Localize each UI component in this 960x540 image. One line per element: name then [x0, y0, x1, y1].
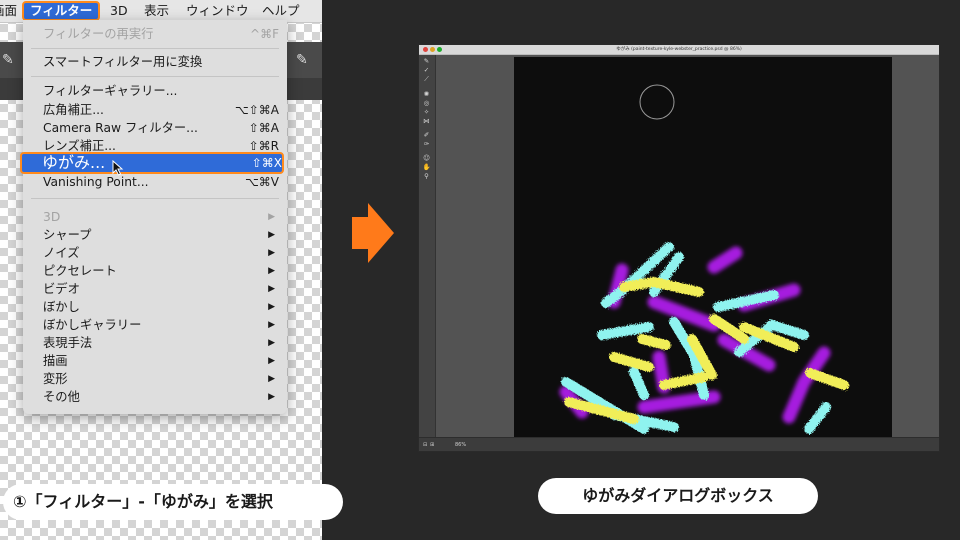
menubar-item-view[interactable]: 表示: [144, 3, 169, 19]
freeze-mask-tool-icon[interactable]: ✐: [422, 131, 431, 139]
menu-item-pixelate[interactable]: ピクセレート ▶: [43, 262, 281, 280]
menu-item-blur[interactable]: ぼかし ▶: [43, 298, 281, 316]
step-caption: ①「フィルター」-「ゆがみ」を選択: [3, 484, 343, 520]
menu-item-video[interactable]: ビデオ ▶: [43, 280, 281, 298]
submenu-arrow-icon: ▶: [268, 230, 275, 240]
submenu-arrow-icon: ▶: [268, 338, 275, 348]
menu-item-filter-gallery[interactable]: フィルターギャラリー...: [43, 82, 281, 100]
liquify-dialog-window: ゆがみ (paint-texture-kyle-webster_practice…: [418, 44, 940, 452]
menu-item-render[interactable]: 描画 ▶: [43, 352, 281, 370]
zoom-in-icon[interactable]: ⊞: [430, 438, 434, 451]
forward-warp-tool-icon[interactable]: ✎: [422, 57, 431, 65]
paint-stroke: [637, 334, 671, 350]
zoom-level[interactable]: 86%: [455, 438, 466, 451]
dialog-title: ゆがみ (paint-texture-kyle-webster_practice…: [616, 47, 742, 52]
brush-settings-icon[interactable]: ✎: [296, 52, 308, 68]
twirl-tool-icon[interactable]: ✺: [422, 90, 431, 98]
zoom-tool-icon[interactable]: ⚲: [422, 172, 431, 180]
menubar-item-3d[interactable]: 3D: [110, 3, 128, 19]
submenu-arrow-icon: ▶: [268, 374, 275, 384]
menu-item-distort[interactable]: 変形 ▶: [43, 370, 281, 388]
submenu-arrow-icon: ▶: [268, 320, 275, 330]
submenu-arrow-icon: ▶: [268, 356, 275, 366]
menubar-item-help[interactable]: ヘルプ: [262, 3, 300, 19]
bloat-tool-icon[interactable]: ✧: [422, 108, 431, 116]
menu-item-sharpen[interactable]: シャープ ▶: [43, 226, 281, 244]
menubar-item-image[interactable]: 画面: [0, 3, 17, 19]
right-arrow-icon: [352, 203, 394, 263]
menu-item-noise[interactable]: ノイズ ▶: [43, 244, 281, 262]
filter-menu-dropdown: フィルターの再実行 ^⌘F スマートフィルター用に変換 フィルターギャラリー..…: [23, 20, 287, 414]
zoom-out-icon[interactable]: ⊟: [423, 438, 427, 451]
pucker-tool-icon[interactable]: ◎: [422, 99, 431, 107]
push-left-tool-icon[interactable]: ⋈: [422, 117, 431, 125]
submenu-arrow-icon: ▶: [268, 248, 275, 258]
menu-separator: [31, 48, 279, 49]
preview-canvas[interactable]: [514, 57, 892, 439]
menu-item-stylize[interactable]: 表現手法 ▶: [43, 334, 281, 352]
submenu-arrow-icon: ▶: [268, 392, 275, 402]
dialog-titlebar: ゆがみ (paint-texture-kyle-webster_practice…: [419, 45, 939, 55]
submenu-arrow-icon: ▶: [268, 302, 275, 312]
menu-separator: [31, 198, 279, 199]
tool-preset-icon[interactable]: ✎: [2, 52, 14, 68]
cursor-arrow-icon: [112, 160, 124, 176]
menu-item-liquify-highlight[interactable]: ゆがみ... ⇧⌘X: [20, 152, 284, 174]
thaw-mask-tool-icon[interactable]: ✑: [422, 140, 431, 148]
preview-canvas-area: [436, 55, 939, 439]
submenu-arrow-icon: ▶: [268, 212, 275, 222]
face-tool-icon[interactable]: ☺: [422, 154, 431, 162]
menu-item-camera-raw[interactable]: Camera Raw フィルター... ⇧⌘A: [43, 119, 281, 137]
menu-screenshot-panel: ✎ ✎ 画面 フィルター 3D 表示 ウィンドウ ヘルプ フィルターの再実行 ^…: [0, 0, 322, 540]
hand-tool-icon[interactable]: ✋: [422, 163, 431, 171]
menubar-item-filter[interactable]: フィルター: [22, 1, 101, 21]
menu-item-convert-smart-filter[interactable]: スマートフィルター用に変換: [43, 53, 281, 71]
menu-item-3d: 3D ▶: [43, 210, 275, 224]
menu-item-liquify[interactable]: ゆがみ... ⇧⌘X: [42, 154, 282, 172]
smooth-tool-icon[interactable]: ⟋: [422, 75, 431, 83]
menu-separator: [31, 76, 279, 77]
submenu-arrow-icon: ▶: [268, 266, 275, 276]
menu-item-adaptive-wide-angle[interactable]: 広角補正... ⌥⇧⌘A: [43, 101, 281, 119]
submenu-arrow-icon: ▶: [268, 284, 275, 294]
menu-item-other[interactable]: その他 ▶: [43, 388, 281, 406]
reconstruct-tool-icon[interactable]: ✓: [422, 66, 431, 74]
dialog-caption: ゆがみダイアログボックス: [538, 478, 818, 514]
menu-item-vanishing-point[interactable]: Vanishing Point... ⌥⌘V: [43, 173, 281, 191]
menu-item-blur-gallery[interactable]: ぼかしギャラリー ▶: [43, 316, 281, 334]
dialog-statusbar: ⊟ ⊞ 86%: [419, 437, 939, 451]
menubar-item-window[interactable]: ウィンドウ: [186, 3, 249, 19]
liquify-tools-panel: ✎ ✓ ⟋ ✺ ◎ ✧ ⋈ ✐ ✑ ☺ ✋ ⚲: [419, 55, 436, 437]
menu-item-reapply-filter: フィルターの再実行 ^⌘F: [43, 27, 279, 41]
